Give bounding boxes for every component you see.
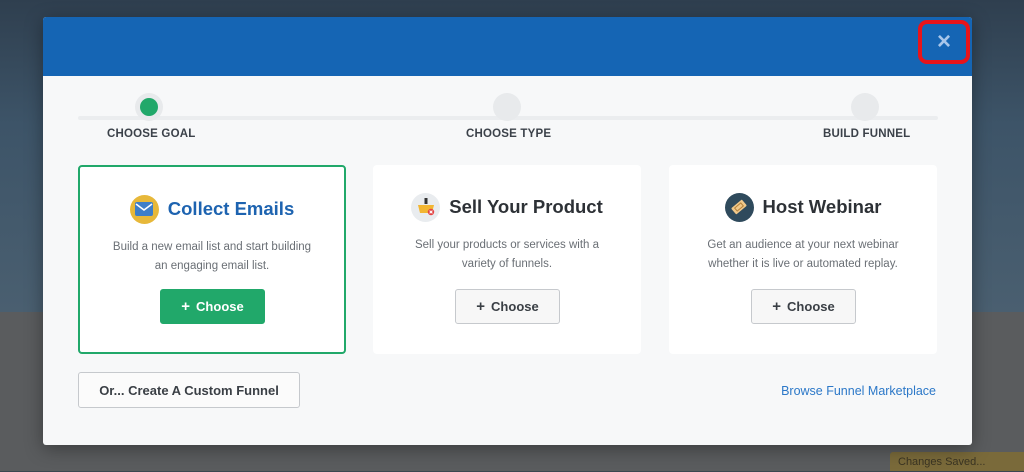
toast-text: Changes Saved... (898, 456, 986, 468)
card-title-row: Sell Your Product (373, 192, 641, 222)
email-envelope-icon (129, 194, 159, 224)
choose-button-label: Choose (196, 299, 244, 314)
plus-icon: + (476, 298, 486, 315)
card-title-row: Collect Emails (80, 194, 344, 224)
card-title: Sell Your Product (449, 196, 603, 217)
plus-icon: + (181, 298, 191, 315)
browse-marketplace-link[interactable]: Browse Funnel Marketplace (781, 384, 936, 398)
close-icon: × (936, 28, 951, 55)
card-description: Sell your products or services with a va… (414, 239, 600, 270)
card-sell-your-product[interactable]: Sell Your Product Sell your products or … (373, 165, 641, 354)
plus-icon: + (772, 298, 782, 315)
progress-stepper: CHOOSE GOAL CHOOSE TYPE BUILD FUNNEL (78, 92, 938, 152)
step-label-choose-goal: CHOOSE GOAL (107, 128, 196, 140)
card-collect-emails[interactable]: Collect Emails Build a new email list an… (78, 165, 346, 354)
close-button[interactable]: × (918, 20, 970, 64)
choose-host-webinar-button[interactable]: + Choose (751, 289, 856, 324)
modal-header: × (43, 17, 972, 76)
step-label-build-funnel: BUILD FUNNEL (823, 128, 911, 140)
step-dot-choose-type (493, 93, 521, 121)
choose-sell-product-button[interactable]: + Choose (455, 289, 560, 324)
choose-collect-emails-button[interactable]: + Choose (160, 289, 265, 324)
ticket-icon (724, 192, 754, 222)
step-dot-choose-goal (135, 93, 163, 121)
create-custom-funnel-button[interactable]: Or... Create A Custom Funnel (78, 372, 300, 408)
background-toast: Changes Saved... (890, 452, 1024, 471)
card-description: Get an audience at your next webinar whe… (707, 239, 899, 270)
funnel-wizard-modal: × CHOOSE GOAL CHOOSE TYPE BUILD FUNNEL C… (43, 17, 972, 445)
step-dot-build-funnel (851, 93, 879, 121)
choose-button-label: Choose (491, 299, 539, 314)
step-label-choose-type: CHOOSE TYPE (466, 128, 552, 140)
choose-button-label: Choose (787, 299, 835, 314)
card-title: Collect Emails (167, 198, 295, 219)
shopping-basket-icon (411, 192, 441, 222)
card-host-webinar[interactable]: Host Webinar Get an audience at your nex… (669, 165, 937, 354)
card-description: Build a new email list and start buildin… (112, 241, 312, 272)
card-title-row: Host Webinar (669, 192, 937, 222)
card-title: Host Webinar (762, 196, 882, 217)
